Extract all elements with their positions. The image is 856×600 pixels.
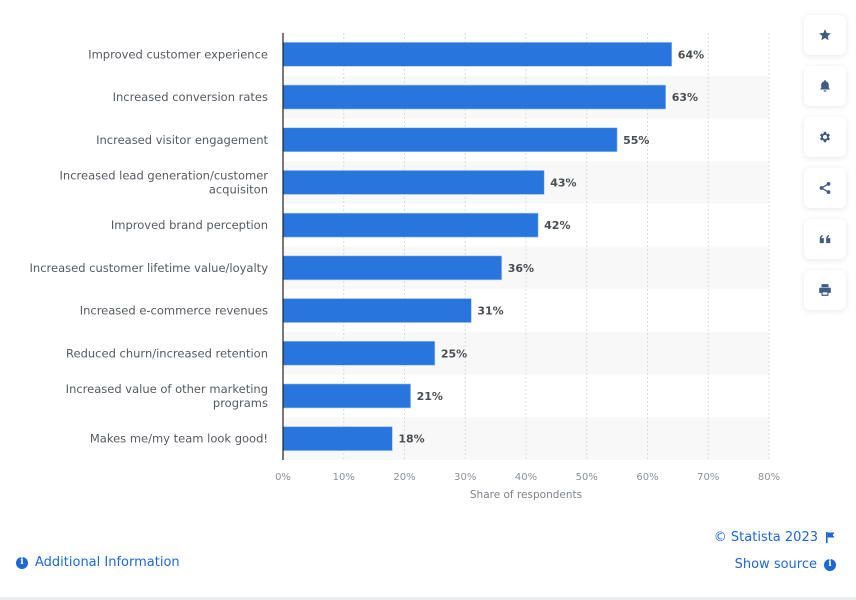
- bar[interactable]: [282, 212, 539, 238]
- share-button[interactable]: [804, 168, 846, 208]
- category-label-line: Increased visitor engagement: [96, 133, 268, 147]
- category-label: Makes me/my team look good!: [90, 432, 268, 446]
- notification-button[interactable]: [804, 66, 846, 106]
- x-tick-label: 70%: [697, 472, 719, 483]
- bar[interactable]: [282, 383, 411, 409]
- category-labels: Improved customer experience Increased co…: [30, 47, 269, 445]
- x-tick-label: 50%: [576, 472, 598, 483]
- category-label: Increased visitor engagement: [96, 133, 268, 147]
- category-label-line: programs: [213, 396, 268, 410]
- data-label: 36%: [508, 262, 534, 275]
- bar[interactable]: [282, 298, 472, 323]
- category-label: Reduced churn/increased retention: [66, 346, 268, 360]
- x-tick-label: 30%: [454, 472, 476, 483]
- bar[interactable]: [282, 84, 667, 110]
- cite-button[interactable]: [804, 219, 846, 259]
- x-tick-label: 20%: [393, 472, 415, 483]
- print-icon: [819, 284, 831, 296]
- category-label-line: Makes me/my team look good!: [90, 432, 268, 446]
- data-label: 21%: [417, 390, 443, 403]
- category-label-line: Increased value of other marketing: [66, 382, 268, 396]
- info-icon: i: [16, 556, 28, 569]
- x-tick-label: 0%: [275, 472, 291, 483]
- bar[interactable]: [282, 170, 545, 195]
- copyright: © Statista 2023: [714, 530, 836, 545]
- data-label: 43%: [550, 176, 576, 189]
- side-toolbar: [804, 15, 846, 321]
- data-label: 18%: [398, 433, 424, 446]
- bar[interactable]: [282, 127, 618, 153]
- category-label: Increased e-commerce revenues: [80, 304, 268, 318]
- bar[interactable]: [282, 426, 393, 451]
- category-label: Increased value of other marketing progra…: [66, 382, 268, 410]
- category-label: Increased lead generation/customer acquis…: [60, 168, 269, 196]
- data-label: 42%: [544, 219, 570, 232]
- data-label: 63%: [672, 91, 698, 104]
- gear-icon: [819, 131, 831, 143]
- category-label-line: Improved customer experience: [88, 47, 268, 61]
- x-tick-label: 10%: [333, 472, 355, 483]
- bar[interactable]: [282, 340, 436, 366]
- data-label: 64%: [678, 48, 704, 61]
- data-label: 55%: [623, 134, 649, 147]
- flag-icon[interactable]: [826, 532, 836, 543]
- x-tick-label: 60%: [636, 472, 658, 483]
- share-icon: [819, 182, 831, 194]
- bar[interactable]: [282, 42, 673, 67]
- x-tick-label: 80%: [758, 472, 780, 483]
- x-tick-label: 40%: [515, 472, 537, 483]
- print-button[interactable]: [804, 270, 846, 310]
- category-label: Increased customer lifetime value/loyalt…: [30, 261, 269, 275]
- additional-information-link[interactable]: i Additional Information: [16, 555, 180, 570]
- bar[interactable]: [282, 255, 502, 281]
- category-label-line: acquisiton: [209, 182, 268, 196]
- info-icon: i: [824, 558, 836, 571]
- x-axis-ticks: 0% 10% 20% 30% 40% 50% 60% 70% 80%: [275, 472, 780, 483]
- category-label-line: Increased conversion rates: [113, 90, 268, 104]
- settings-button[interactable]: [804, 117, 846, 157]
- quote-icon: [819, 234, 831, 244]
- category-label-line: Increased customer lifetime value/loyalt…: [30, 261, 269, 275]
- category-label-line: Increased lead generation/customer: [60, 168, 269, 182]
- star-icon: [819, 29, 831, 41]
- bar-chart: Improved customer experience Increased co…: [30, 33, 780, 501]
- category-label: Improved brand perception: [111, 218, 268, 232]
- category-label: Improved customer experience: [88, 47, 268, 61]
- x-axis-title: Share of respondents: [470, 489, 582, 501]
- data-label: 25%: [441, 347, 467, 360]
- category-label: Increased conversion rates: [113, 90, 268, 104]
- data-label: 31%: [477, 305, 503, 318]
- additional-information-label: Additional Information: [35, 555, 180, 570]
- category-label-line: Reduced churn/increased retention: [66, 346, 268, 360]
- show-source-link[interactable]: Show source i: [735, 557, 836, 572]
- show-source-label: Show source: [734, 557, 817, 572]
- favorite-button[interactable]: [804, 15, 846, 55]
- copyright-text: © Statista 2023: [713, 530, 818, 545]
- bell-icon: [820, 80, 830, 92]
- category-label-line: Increased e-commerce revenues: [80, 304, 268, 318]
- category-label-line: Improved brand perception: [111, 218, 268, 232]
